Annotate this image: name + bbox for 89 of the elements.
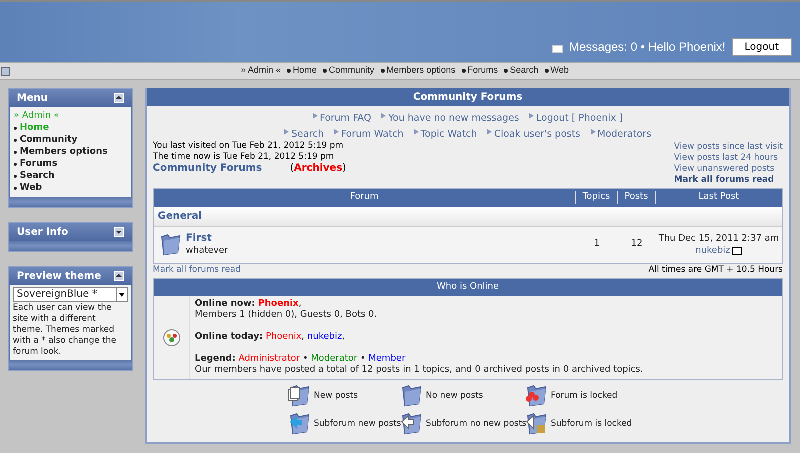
last-post-date: Thu Dec 15, 2011 2:37 am <box>658 232 780 244</box>
posts-count: 12 <box>630 238 644 251</box>
online-today-text: Online today: Phoenix, nukebiz, <box>195 332 346 344</box>
online-now-text: Online now: Phoenix, <box>195 299 303 310</box>
bullet-icon <box>14 186 17 190</box>
bullet-arrow-icon <box>487 129 492 136</box>
archives-link[interactable]: (Archives) <box>290 162 346 174</box>
forum-link[interactable]: Cloak user's posts <box>487 128 581 142</box>
bullet-arrow-icon <box>590 129 596 136</box>
nav-link[interactable]: Forums <box>468 64 498 78</box>
menu-item[interactable]: Forums <box>20 158 58 170</box>
bullet-arrow-icon <box>381 113 386 119</box>
bullet-arrow-icon <box>334 129 340 136</box>
legend-label: Subforum no new posts <box>426 418 527 431</box>
menu-item[interactable]: Members options <box>20 146 108 158</box>
legend-label: Forum is locked <box>551 390 618 403</box>
forum-link[interactable]: Search <box>284 128 324 142</box>
last-post-user[interactable]: nukebiz <box>696 244 730 256</box>
forum-link[interactable]: Moderators <box>590 128 652 142</box>
bullet-icon <box>14 138 17 142</box>
nav-link[interactable]: Members options <box>386 64 456 78</box>
forum-link[interactable]: Logout [ Phoenix ] <box>529 112 624 126</box>
column-header: Topics <box>576 190 618 204</box>
bullet-icon <box>14 162 17 166</box>
column-header: Forum <box>154 190 576 204</box>
bullet-icon <box>14 174 17 178</box>
nav-link[interactable]: » Admin « <box>241 64 282 78</box>
bullet-icon <box>14 126 17 130</box>
block-title: Menu <box>17 92 48 106</box>
topics-count: 1 <box>593 238 601 251</box>
last-visit-text: You last visited on Tue Feb 21, 2012 5:19 pm <box>153 140 345 152</box>
legend-label: No new posts <box>426 390 484 403</box>
envelope-icon <box>552 45 564 53</box>
logout-button[interactable]: Logout <box>732 38 792 56</box>
menu-item[interactable]: Web <box>20 182 42 194</box>
bullet-icon <box>504 69 508 73</box>
nav-link[interactable]: Search <box>510 64 539 78</box>
stats-text: Our members have posted a total of 12 posts in 1 topics, and 0 archived posts in 0 archived topics. <box>195 365 644 376</box>
dropdown-arrow-icon <box>116 288 127 301</box>
time-now-text: The time now is Tue Feb 21, 2012 5:19 pm <box>153 152 336 162</box>
users-icon <box>162 328 180 347</box>
nav-link[interactable]: Web <box>550 64 569 78</box>
who-online-title: Who is Online <box>436 281 500 294</box>
column-header: Posts <box>618 190 656 204</box>
forum-name-link[interactable]: First <box>186 232 576 244</box>
bullet-icon <box>380 69 385 73</box>
block-title: User Info <box>17 226 68 240</box>
view-link[interactable]: View unanswered posts <box>674 164 783 174</box>
bullet-arrow-icon <box>312 113 318 119</box>
folder-icon <box>399 412 423 436</box>
theme-select[interactable]: SovereignBlue * <box>13 287 128 302</box>
bullet-icon <box>544 69 549 73</box>
forum-link[interactable]: Topic Watch <box>414 128 478 142</box>
legend-text: Legend: Administrator • Moderator • Member <box>195 354 407 365</box>
goto-post-icon[interactable] <box>732 246 742 254</box>
members-count-text: Members 1 (hidden 0), Guests 0, Bots 0. <box>195 310 378 322</box>
legend-label: Subforum is locked <box>551 418 632 431</box>
bullet-arrow-icon <box>529 113 534 119</box>
column-header: Last Post <box>698 190 740 204</box>
bullet-icon <box>462 69 466 73</box>
view-link[interactable]: View posts last 24 hours <box>674 152 783 164</box>
bullet-arrow-icon <box>284 129 290 136</box>
nav-link[interactable]: Community <box>329 64 375 78</box>
view-link[interactable]: View posts since last visit <box>674 142 783 152</box>
mark-read-link[interactable]: Mark all forums read <box>153 264 241 276</box>
folder-icon <box>524 384 548 408</box>
menu-item[interactable]: Community <box>20 134 78 146</box>
breadcrumb-link[interactable]: Community Forums <box>153 162 262 174</box>
block-title: Preview theme <box>17 270 102 284</box>
theme-description: Each user can view the site with a different theme. Themes marked with a * also change the forum look. <box>13 303 118 358</box>
panel-title: Community Forums <box>413 90 523 104</box>
view-link[interactable]: Mark all forums read <box>674 174 783 186</box>
forum-link[interactable]: Forum Watch <box>334 128 404 142</box>
bullet-icon <box>323 69 328 73</box>
expand-icon[interactable] <box>114 227 124 237</box>
bullet-arrow-icon <box>414 129 419 136</box>
forum-link[interactable]: You have no new messages <box>381 112 520 126</box>
folder-icon <box>287 384 311 408</box>
legend-label: Subforum new posts <box>314 418 402 431</box>
nav-link[interactable]: Home <box>293 64 318 78</box>
menu-item[interactable]: Search <box>20 170 55 182</box>
timezone-text: All times are GMT + 10.5 Hours <box>648 264 783 276</box>
bullet-icon <box>287 69 292 73</box>
category-title: General <box>158 210 202 224</box>
forum-description: whatever <box>186 244 230 256</box>
bullet-icon <box>14 150 17 154</box>
legend-label: New posts <box>314 390 358 403</box>
forum-link[interactable]: Forum FAQ <box>312 112 372 126</box>
messages-text: Messages: 0 • Hello Phoenix! <box>569 39 726 56</box>
